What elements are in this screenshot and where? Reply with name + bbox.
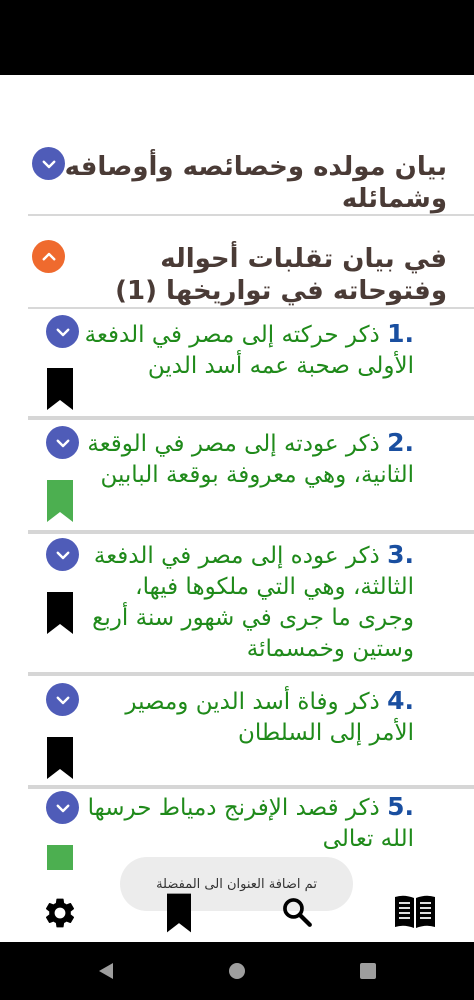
book-icon xyxy=(395,895,435,928)
expand-button[interactable] xyxy=(46,538,79,571)
chapter-number: .1 xyxy=(387,319,414,348)
recents-icon xyxy=(360,963,376,979)
divider xyxy=(28,785,474,789)
back-button[interactable] xyxy=(96,961,116,985)
divider xyxy=(28,530,474,534)
chapter-number: .2 xyxy=(387,428,414,457)
divider xyxy=(28,307,474,309)
bookmark-icon xyxy=(167,893,191,933)
chapter-title: .3 ذكر عوده إلى مصر في الدفعة الثالثة، و… xyxy=(84,539,414,665)
divider xyxy=(28,672,474,676)
section-title: في بيان تقلبات أحواله وفتوحاته في تواريخ… xyxy=(115,244,447,306)
chapter-title: .4 ذكر وفاة أسد الدين ومصير الأمر إلى ال… xyxy=(84,685,414,749)
divider xyxy=(28,416,474,420)
bookmark-icon[interactable] xyxy=(47,737,73,779)
chevron-down-icon xyxy=(56,439,69,447)
bookmark-icon[interactable] xyxy=(47,592,73,634)
library-button[interactable] xyxy=(393,893,437,931)
recents-button[interactable] xyxy=(358,961,378,985)
chapter-number: .5 xyxy=(387,792,414,821)
chevron-down-icon xyxy=(56,328,69,336)
expand-button[interactable] xyxy=(46,791,79,824)
expand-button[interactable] xyxy=(46,315,79,348)
search-button[interactable] xyxy=(280,895,314,929)
chapter-number: .4 xyxy=(387,686,414,715)
home-icon xyxy=(229,963,245,979)
section-title: بيان مولده وخصائصه وأوصافه وشمائله xyxy=(64,152,447,214)
expand-button[interactable] xyxy=(46,426,79,459)
chapter-title: .2 ذكر عودته إلى مصر في الوقعة الثانية، … xyxy=(84,427,414,491)
chevron-down-icon xyxy=(56,696,69,704)
chapter-label: ذكر عودته إلى مصر في الوقعة الثانية، وهي… xyxy=(87,431,414,488)
settings-button[interactable] xyxy=(42,895,78,931)
chapter-number: .3 xyxy=(387,540,414,569)
chevron-down-icon xyxy=(56,804,69,812)
bookmark-icon[interactable] xyxy=(47,368,73,410)
chapter-title: .5 ذكر قصد الإفرنج دمياط حرسها الله تعال… xyxy=(84,791,414,855)
chapter-title: .1 ذكر حركته إلى مصر في الدفعة الأولى صح… xyxy=(84,318,414,382)
app-screen: بيان مولده وخصائصه وأوصافه وشمائله في بي… xyxy=(0,75,474,942)
status-bar xyxy=(0,0,474,75)
gear-icon xyxy=(45,898,75,928)
toast-message: تم اضافة العنوان الى المفضلة xyxy=(120,857,353,911)
bookmark-icon[interactable] xyxy=(47,480,73,522)
back-icon xyxy=(99,963,113,979)
divider xyxy=(28,214,474,216)
system-nav-bar xyxy=(0,942,474,1000)
chevron-down-icon xyxy=(56,551,69,559)
chapter-label: ذكر وفاة أسد الدين ومصير الأمر إلى السلط… xyxy=(125,689,414,746)
home-button[interactable] xyxy=(227,961,247,985)
search-icon xyxy=(283,898,312,927)
chapter-label: ذكر حركته إلى مصر في الدفعة الأولى صحبة … xyxy=(84,322,414,379)
chapter-label: ذكر عوده إلى مصر في الدفعة الثالثة، وهي … xyxy=(92,543,414,662)
chapter-label: ذكر قصد الإفرنج دمياط حرسها الله تعالى xyxy=(87,795,414,852)
favorites-button[interactable] xyxy=(166,891,192,935)
expand-button[interactable] xyxy=(46,683,79,716)
